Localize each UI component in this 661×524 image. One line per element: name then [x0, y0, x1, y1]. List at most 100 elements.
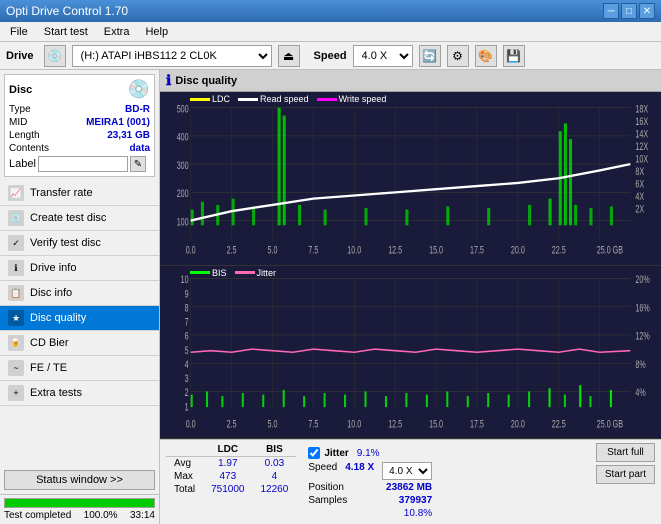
- progress-bar-outer: [4, 498, 155, 508]
- svg-text:6X: 6X: [635, 178, 644, 190]
- speed-info: Speed 4.18 X 4.0 X Position 23862 MB Sam…: [308, 462, 432, 521]
- nav-disc-info[interactable]: 📋 Disc info: [0, 281, 159, 306]
- label-edit-button[interactable]: ✎: [130, 156, 146, 172]
- left-panel: Disc 💿 Type BD-R MID MEIRA1 (001) Length…: [0, 70, 160, 524]
- legend-bis: BIS: [190, 268, 227, 278]
- menu-file[interactable]: File: [4, 24, 34, 40]
- jitter-label: Jitter: [324, 448, 348, 459]
- titlebar-title: Opti Drive Control 1.70: [6, 4, 128, 18]
- status-window-button[interactable]: Status window >>: [4, 470, 155, 490]
- svg-text:4%: 4%: [635, 386, 645, 398]
- minimize-button[interactable]: ─: [603, 3, 619, 19]
- start-part-button[interactable]: Start part: [596, 465, 655, 484]
- disc-info-box: Disc 💿 Type BD-R MID MEIRA1 (001) Length…: [4, 74, 155, 177]
- svg-text:25.0 GB: 25.0 GB: [597, 244, 623, 256]
- start-full-button[interactable]: Start full: [596, 443, 655, 462]
- maximize-button[interactable]: □: [621, 3, 637, 19]
- nav-drive-info-label: Drive info: [30, 262, 76, 274]
- drive-icon-button[interactable]: 💿: [44, 45, 66, 67]
- nav-disc-quality-label: Disc quality: [30, 312, 86, 324]
- position-label: Position: [308, 482, 344, 493]
- drive-select[interactable]: (H:) ATAPI iHBS112 2 CL0K: [72, 45, 272, 67]
- svg-text:2: 2: [185, 386, 189, 398]
- drive-label: Drive: [6, 50, 34, 62]
- svg-text:6: 6: [185, 330, 189, 342]
- jitter-section: Jitter 9.1%: [308, 443, 432, 459]
- svg-text:0.0: 0.0: [186, 244, 196, 256]
- create-test-disc-icon: 💿: [8, 210, 24, 226]
- cd-bier-icon: 🍺: [8, 335, 24, 351]
- svg-text:12.5: 12.5: [388, 418, 402, 430]
- menu-extra[interactable]: Extra: [98, 24, 136, 40]
- jitter-checkbox[interactable]: [308, 447, 320, 459]
- nav-transfer-rate[interactable]: 📈 Transfer rate: [0, 181, 159, 206]
- save-button[interactable]: 💾: [503, 45, 525, 67]
- progress-time: 33:14: [130, 510, 155, 521]
- ldc-avg: 1.97: [203, 457, 252, 471]
- eject-button[interactable]: ⏏: [278, 45, 300, 67]
- svg-text:15.0: 15.0: [429, 418, 443, 430]
- close-button[interactable]: ✕: [639, 3, 655, 19]
- mid-value: MEIRA1 (001): [86, 117, 150, 128]
- speed-select-2[interactable]: 4.0 X: [382, 462, 432, 480]
- label-input[interactable]: [38, 156, 128, 172]
- samples-value: 379937: [399, 495, 432, 506]
- nav-extra-tests-label: Extra tests: [30, 387, 82, 399]
- nav-cd-bier-label: CD Bier: [30, 337, 69, 349]
- speed-label: Speed: [314, 50, 347, 62]
- disc-quality-header: ℹ Disc quality: [160, 70, 661, 92]
- menu-start-test[interactable]: Start test: [38, 24, 94, 40]
- svg-text:9: 9: [185, 287, 189, 299]
- color-button[interactable]: 🎨: [475, 45, 497, 67]
- type-label: Type: [9, 104, 31, 115]
- svg-text:18X: 18X: [635, 103, 648, 115]
- svg-text:4: 4: [185, 358, 189, 370]
- ldc-max: 473: [203, 470, 252, 483]
- disc-quality-title: Disc quality: [175, 75, 237, 87]
- svg-text:15.0: 15.0: [429, 244, 443, 256]
- disc-header: Disc 💿: [9, 79, 150, 100]
- svg-text:10.0: 10.0: [347, 418, 361, 430]
- speed-select[interactable]: 4.0 X: [353, 45, 413, 67]
- nav-verify-test-disc[interactable]: ✓ Verify test disc: [0, 231, 159, 256]
- progress-row: Test completed 100.0% 33:14: [4, 510, 155, 521]
- refresh-button[interactable]: 🔄: [419, 45, 441, 67]
- legend-read-speed: Read speed: [238, 94, 309, 104]
- nav-drive-info[interactable]: ℹ Drive info: [0, 256, 159, 281]
- svg-text:14X: 14X: [635, 128, 648, 140]
- mid-label: MID: [9, 117, 27, 128]
- svg-text:20.0: 20.0: [511, 418, 525, 430]
- verify-test-disc-icon: ✓: [8, 235, 24, 251]
- app-title: Opti Drive Control 1.70: [6, 4, 128, 18]
- bis-total: 12260: [253, 483, 297, 496]
- stats-area: LDC BIS Avg 1.97 0.03 Max 473 4: [160, 439, 661, 524]
- chart1-svg: 500 400 300 200 100 18X 16X 14X 12X 10X …: [160, 92, 661, 265]
- progress-status: Test completed: [4, 510, 71, 521]
- drivebar: Drive 💿 (H:) ATAPI iHBS112 2 CL0K ⏏ Spee…: [0, 42, 661, 70]
- contents-label: Contents: [9, 143, 49, 154]
- svg-text:4X: 4X: [635, 191, 644, 203]
- nav-extra-tests[interactable]: + Extra tests: [0, 381, 159, 406]
- svg-text:2.5: 2.5: [227, 418, 237, 430]
- titlebar-controls: ─ □ ✕: [603, 3, 655, 19]
- jitter-max-value: 10.8%: [404, 508, 432, 519]
- bis-max: 4: [253, 470, 297, 483]
- nav-create-test-disc[interactable]: 💿 Create test disc: [0, 206, 159, 231]
- menu-help[interactable]: Help: [139, 24, 174, 40]
- disc-title: Disc: [9, 84, 32, 96]
- settings-button[interactable]: ⚙: [447, 45, 469, 67]
- nav-fe-te[interactable]: ~ FE / TE: [0, 356, 159, 381]
- svg-text:25.0 GB: 25.0 GB: [597, 418, 623, 430]
- start-buttons: Start full Start part: [596, 443, 655, 484]
- chart2-svg: 10 9 8 7 6 5 4 3 2 1 20% 16% 12% 8% 4%: [160, 266, 661, 439]
- stats-row-avg: Avg 1.97 0.03: [166, 457, 296, 471]
- svg-text:12%: 12%: [635, 330, 649, 342]
- svg-text:7: 7: [185, 316, 189, 328]
- col-header-ldc: LDC: [203, 443, 252, 457]
- svg-text:8%: 8%: [635, 358, 645, 370]
- titlebar: Opti Drive Control 1.70 ─ □ ✕: [0, 0, 661, 22]
- bis-avg: 0.03: [253, 457, 297, 471]
- legend-write-speed: Write speed: [317, 94, 387, 104]
- nav-cd-bier[interactable]: 🍺 CD Bier: [0, 331, 159, 356]
- nav-disc-quality[interactable]: ★ Disc quality: [0, 306, 159, 331]
